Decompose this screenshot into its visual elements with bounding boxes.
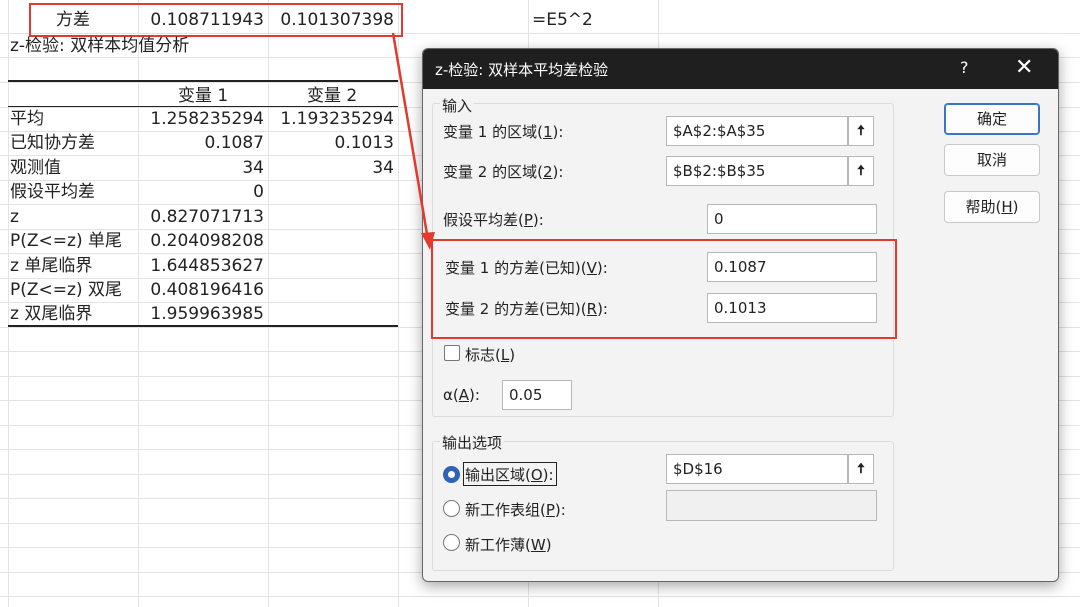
annotation-arrow-head: [421, 232, 435, 250]
annotation-arrow-line: [391, 32, 430, 241]
annotation-arrow: [391, 32, 435, 250]
